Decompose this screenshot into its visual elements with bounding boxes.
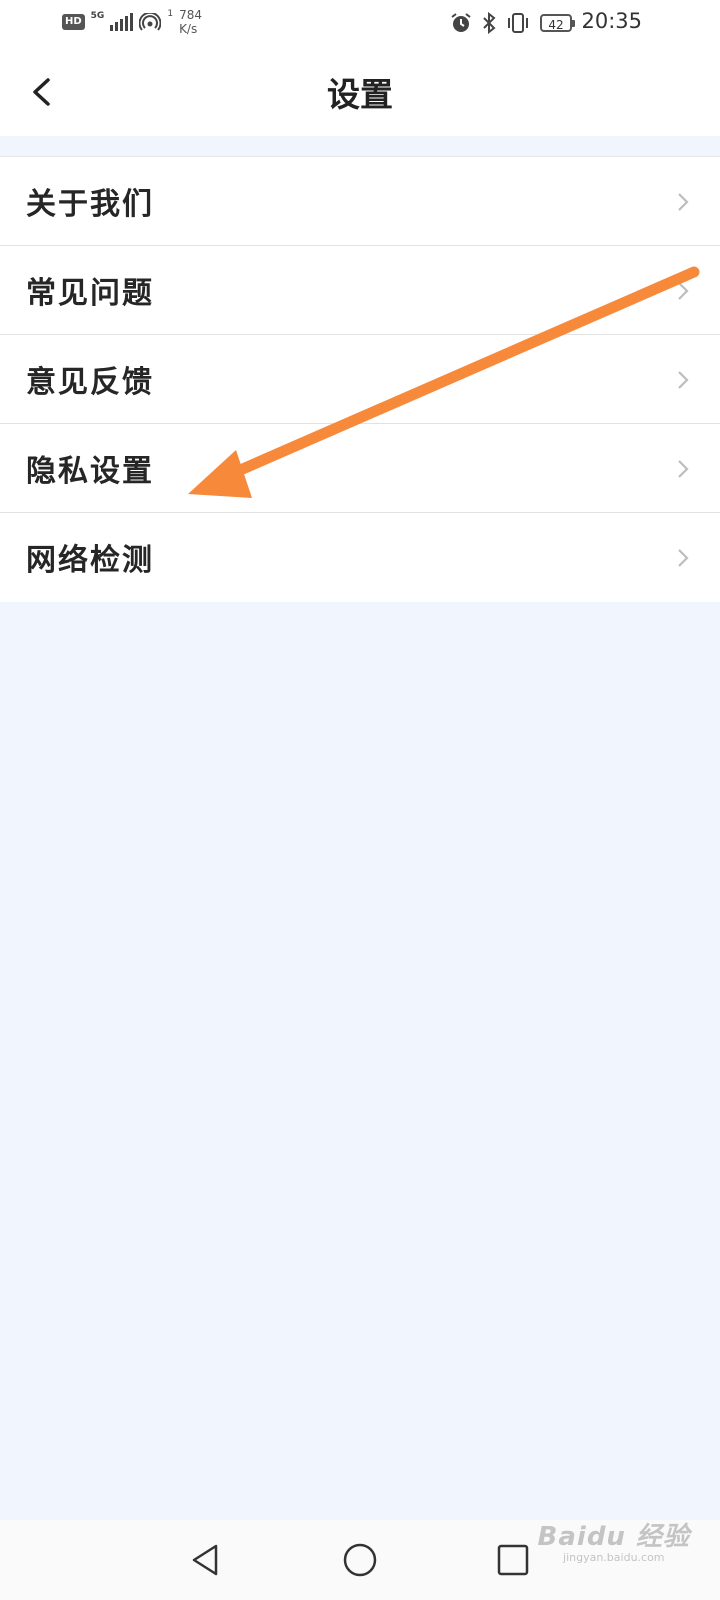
- signal-icon: [110, 13, 134, 31]
- watermark-main: Baidu 经验: [537, 1522, 690, 1552]
- settings-list: 关于我们 常见问题 意见反馈 隐私设置 网络检测: [0, 156, 720, 602]
- watermark-sub: jingyan.baidu.com: [563, 1551, 665, 1564]
- clock: 20:35: [581, 9, 642, 33]
- status-icons: 42: [450, 12, 575, 34]
- battery-indicator: 42: [540, 14, 575, 32]
- speed-unit: K/s: [179, 22, 198, 36]
- network-speed: 784 K/s: [179, 8, 202, 36]
- menu-item-privacy-settings[interactable]: 隐私设置: [0, 424, 720, 513]
- chevron-right-icon: [678, 460, 689, 478]
- menu-item-faq[interactable]: 常见问题: [0, 246, 720, 335]
- menu-item-label: 常见问题: [26, 276, 154, 311]
- chevron-right-icon: [678, 371, 689, 389]
- menu-item-label: 隐私设置: [26, 454, 154, 489]
- menu-item-feedback[interactable]: 意见反馈: [0, 335, 720, 424]
- menu-item-network-check[interactable]: 网络检测: [0, 513, 720, 602]
- status-bar: HD 5G 1 784 K/s 42 20:35: [0, 0, 720, 48]
- menu-item-label: 意见反馈: [26, 365, 154, 400]
- page-title: 设置: [327, 75, 393, 114]
- square-recents-icon[interactable]: [496, 1542, 530, 1578]
- triangle-back-icon[interactable]: [188, 1542, 222, 1578]
- bluetooth-icon: [483, 12, 496, 34]
- status-left: HD 5G 1 784 K/s: [62, 8, 202, 36]
- chevron-right-icon: [678, 193, 689, 211]
- vibrate-icon: [508, 13, 528, 33]
- alarm-icon: [451, 13, 471, 32]
- speed-value: 784: [179, 8, 202, 22]
- network-type: 5G: [90, 11, 105, 21]
- menu-item-label: 关于我们: [26, 187, 154, 222]
- menu-item-label: 网络检测: [26, 543, 154, 578]
- menu-item-about-us[interactable]: 关于我们: [0, 157, 720, 246]
- circle-home-icon[interactable]: [342, 1542, 378, 1578]
- header-bar: 设置: [0, 48, 720, 136]
- chevron-right-icon: [678, 282, 689, 300]
- chevron-right-icon: [678, 549, 689, 567]
- sim-index: 1: [167, 9, 174, 19]
- hd-badge: HD: [62, 14, 85, 30]
- hotspot-icon: [139, 13, 162, 31]
- watermark: Baidu 经验 jingyan.baidu.com: [538, 1522, 690, 1564]
